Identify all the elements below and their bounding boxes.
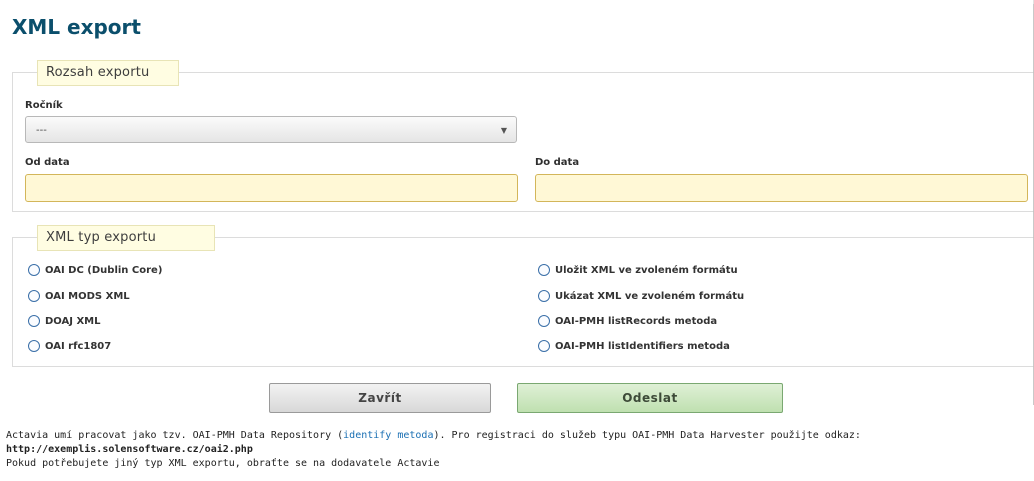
radio-label: DOAJ XML: [45, 315, 101, 327]
xml-export-dialog: XML export Rozsah exportu Ročník --- ▼ O…: [0, 0, 1034, 413]
radio-oai-dc[interactable]: OAI DC (Dublin Core): [28, 264, 162, 276]
chevron-down-icon: ▼: [500, 126, 507, 135]
identify-link[interactable]: identify metoda: [343, 430, 433, 441]
radio-label: OAI MODS XML: [45, 290, 130, 302]
oai-url: http://exemplis.solensoftware.cz/oai2.ph…: [6, 444, 253, 455]
radio-doaj[interactable]: DOAJ XML: [28, 315, 101, 327]
radio-show-xml[interactable]: Ukázat XML ve zvoleném formátu: [538, 290, 744, 302]
radio-label: OAI DC (Dublin Core): [45, 264, 163, 276]
radio-oai-mods[interactable]: OAI MODS XML: [28, 290, 130, 302]
radio-label: Ukázat XML ve zvoleném formátu: [555, 290, 745, 302]
close-button[interactable]: Zavřít: [269, 383, 491, 413]
to-date-input[interactable]: [535, 174, 1028, 202]
type-fieldset: XML typ exportu: [12, 225, 1034, 367]
dialog-title: XML export: [12, 15, 141, 39]
radio-label: Uložit XML ve zvoleném formátu: [555, 264, 738, 276]
radio-icon: [538, 340, 550, 352]
year-label: Ročník: [25, 100, 63, 111]
year-select-value: ---: [36, 125, 47, 136]
radio-label: OAI-PMH listRecords metoda: [555, 315, 718, 327]
footer-text: Actavia umí pracovat jako tzv. OAI-PMH D…: [6, 430, 344, 441]
radio-icon: [538, 264, 550, 276]
radio-icon: [28, 290, 40, 302]
radio-oai-rfc1807[interactable]: OAI rfc1807: [28, 340, 111, 352]
from-date-label: Od data: [25, 157, 70, 168]
footer-text: ). Pro registraci do služeb typu OAI-PMH…: [433, 430, 861, 441]
type-legend: XML typ exportu: [37, 225, 216, 251]
radio-icon: [28, 264, 40, 276]
footer-info: Actavia umí pracovat jako tzv. OAI-PMH D…: [6, 429, 1026, 471]
radio-list-records[interactable]: OAI-PMH listRecords metoda: [538, 315, 717, 327]
from-date-input[interactable]: [25, 174, 518, 202]
radio-icon: [538, 290, 550, 302]
radio-label: OAI rfc1807: [45, 340, 112, 352]
radio-list-identifiers[interactable]: OAI-PMH listIdentifiers metoda: [538, 340, 730, 352]
to-date-label: Do data: [535, 157, 580, 168]
radio-icon: [538, 315, 550, 327]
radio-label: OAI-PMH listIdentifiers metoda: [555, 340, 730, 352]
radio-icon: [28, 315, 40, 327]
footer-line-repository: Actavia umí pracovat jako tzv. OAI-PMH D…: [6, 429, 1026, 443]
radio-icon: [28, 340, 40, 352]
radio-save-xml[interactable]: Uložit XML ve zvoleném formátu: [538, 264, 738, 276]
year-select[interactable]: --- ▼: [25, 116, 517, 143]
range-legend: Rozsah exportu: [37, 60, 179, 86]
footer-line-contact: Pokud potřebujete jiný typ XML exportu, …: [6, 458, 440, 469]
send-button[interactable]: Odeslat: [517, 383, 783, 413]
